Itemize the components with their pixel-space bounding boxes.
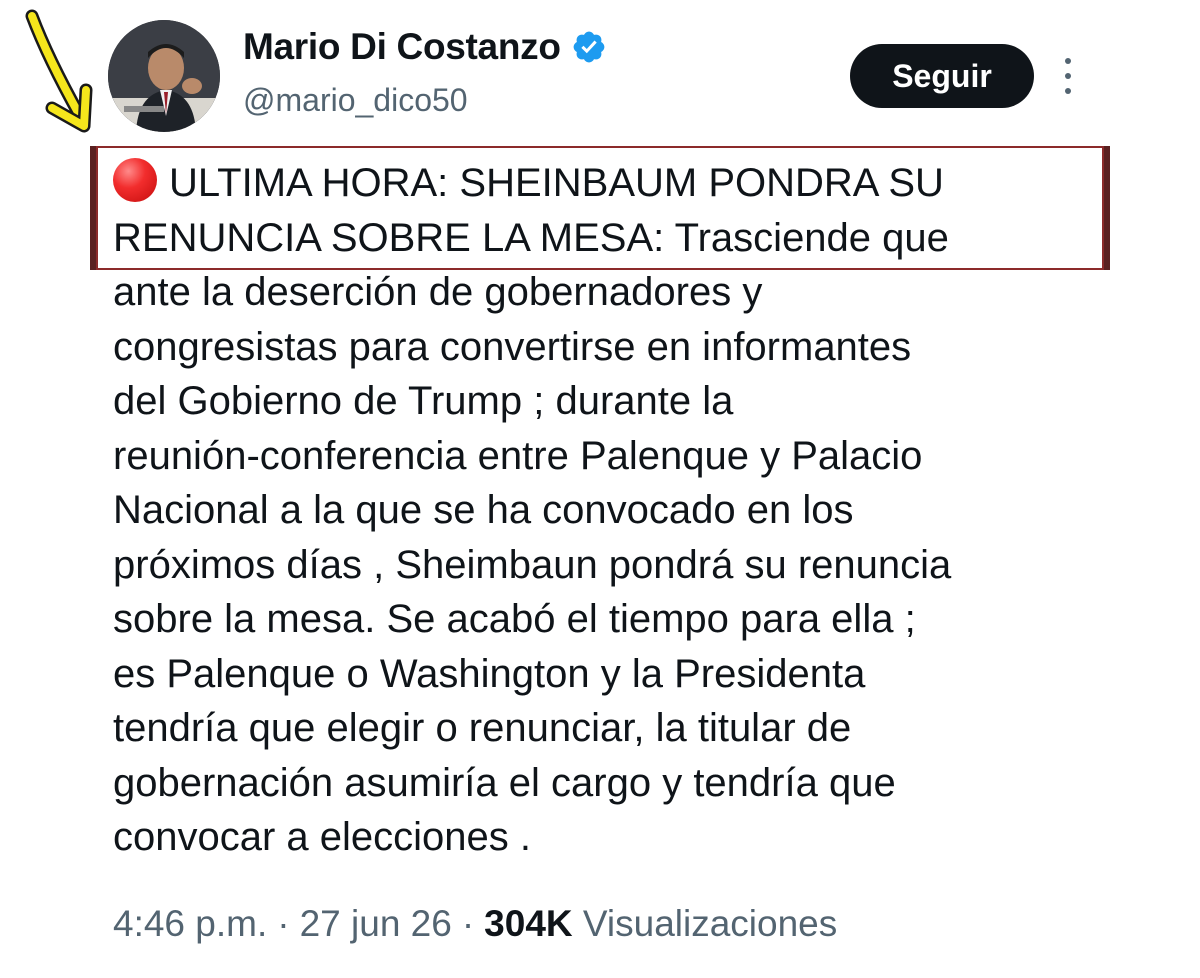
follow-button[interactable]: Seguir (850, 44, 1034, 108)
more-vertical-icon[interactable] (1058, 58, 1078, 94)
avatar[interactable] (108, 20, 220, 132)
display-name[interactable]: Mario Di Costanzo (243, 26, 561, 68)
tweet-line: tendría que elegir o renunciar, la titul… (113, 706, 852, 750)
tweet-line: reunión-conferencia entre Palenque y Pal… (113, 433, 923, 478)
tweet-line: congresistas para convertirse en informa… (113, 324, 912, 369)
tweet-time[interactable]: 4:46 p.m. (113, 903, 267, 945)
avatar-image (108, 20, 220, 132)
tweet-line: próximos días , Sheimbaun pondrá su renu… (113, 542, 952, 587)
yellow-arrow-icon (25, 9, 93, 133)
views-label: Visualizaciones (582, 903, 838, 944)
user-handle[interactable]: @mario_dico50 (243, 82, 468, 119)
tweet-line: ULTIMA HORA: SHEINBAUM PONDRA SU (113, 156, 1123, 211)
tweet-date[interactable]: 27 jun 26 (300, 903, 452, 945)
separator: · (277, 903, 290, 944)
tweet-line: RENUNCIA SOBRE LA MESA: Trasciende que (113, 215, 949, 260)
tweet-line: ante la deserción de gobernadores y (113, 270, 763, 314)
tweet-line: gobernación asumiría el cargo y tendría … (113, 760, 896, 805)
verified-badge-icon (573, 31, 605, 63)
views-count: 304K (484, 903, 573, 944)
separator: · (461, 903, 475, 944)
tweet-line: es Palenque o Washington y la Presidenta (113, 651, 866, 696)
tweet-line: del Gobierno de Trump ; durante la (113, 379, 734, 423)
tweet-line: Nacional a la que se ha convocado en los (113, 488, 854, 532)
tweet-line: sobre la mesa. Se acabó el tiempo para e… (113, 597, 916, 641)
tweet-meta: 4:46 p.m. · 27 jun 26 · 304K Visualizaci… (113, 903, 837, 945)
tweet-line: convocar a elecciones . (113, 815, 532, 859)
tweet-text: ULTIMA HORA: SHEINBAUM PONDRA SU RENUNCI… (113, 156, 1123, 865)
author-row: Mario Di Costanzo (243, 26, 607, 68)
red-circle-icon (113, 158, 157, 202)
